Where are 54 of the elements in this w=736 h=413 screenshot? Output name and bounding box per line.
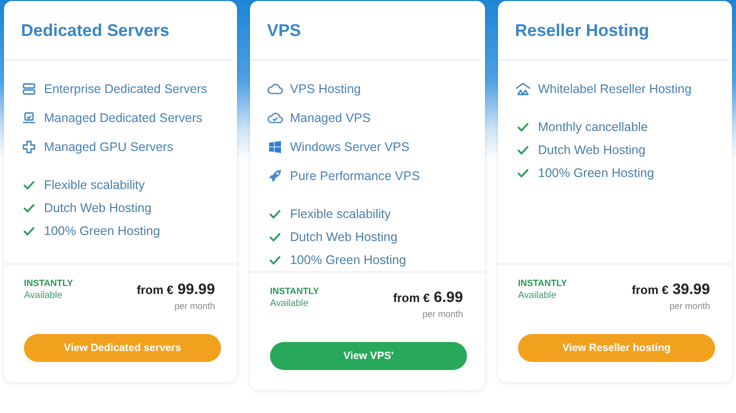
service-link[interactable]: Windows Server VPS	[290, 140, 410, 154]
price-prefix: from €	[393, 291, 430, 305]
rocket-icon	[267, 168, 283, 182]
laptop-icon	[21, 110, 37, 124]
feature-text: Flexible scalability	[44, 178, 145, 192]
service-link[interactable]: Pure Performance VPS	[290, 168, 420, 182]
availability-note: Available	[270, 297, 310, 310]
view-button[interactable]: View Reseller hosting	[518, 334, 715, 362]
check-icon	[21, 180, 37, 190]
price: 39.99	[672, 281, 710, 298]
server-icon	[21, 82, 37, 96]
availability-status: INSTANTLY	[24, 277, 74, 289]
view-button[interactable]: View Dedicated servers	[24, 334, 221, 362]
feature-text: Dutch Web Hosting	[290, 230, 398, 244]
check-icon	[21, 226, 37, 236]
cloud-check-icon	[267, 112, 283, 124]
price-prefix: from €	[632, 283, 668, 297]
service-link[interactable]: Whitelabel Reseller Hosting	[538, 82, 692, 96]
cloud-icon	[267, 82, 283, 94]
price: 99.99	[177, 281, 215, 298]
house-icon	[515, 82, 531, 96]
feature-text: Monthly cancellable	[538, 120, 648, 134]
check-icon	[267, 254, 283, 264]
availability-note: Available	[24, 289, 64, 302]
price-period: per month	[669, 301, 710, 311]
availability-note: Available	[518, 289, 558, 302]
feature-text: 100% Green Hosting	[290, 252, 406, 266]
check-icon	[267, 208, 283, 218]
price: 6.99	[434, 289, 463, 306]
price-period: per month	[422, 309, 463, 319]
feature-text: Dutch Web Hosting	[44, 200, 152, 214]
availability-status: INSTANTLY	[518, 277, 568, 289]
service-link[interactable]: Managed GPU Servers	[44, 140, 174, 154]
check-icon	[515, 168, 531, 178]
feature-text: Flexible scalability	[290, 206, 391, 220]
price-period: per month	[174, 301, 215, 311]
feature-text: 100% Green Hosting	[538, 166, 654, 180]
check-icon	[515, 144, 531, 154]
card-title: Dedicated Servers	[21, 20, 170, 42]
service-link[interactable]: Managed Dedicated Servers	[44, 110, 202, 124]
card-title: Reseller Hosting	[515, 20, 650, 42]
check-icon	[267, 232, 283, 242]
check-icon	[515, 122, 531, 132]
service-link[interactable]: Enterprise Dedicated Servers	[44, 82, 208, 96]
check-icon	[21, 202, 37, 212]
feature-text: 100% Green Hosting	[44, 224, 160, 238]
price-prefix: from €	[136, 283, 174, 297]
feature-text: Dutch Web Hosting	[538, 142, 646, 156]
service-link[interactable]: VPS Hosting	[290, 82, 361, 96]
card-title: VPS	[267, 20, 302, 42]
availability-status: INSTANTLY	[270, 285, 320, 297]
view-button[interactable]: View VPS'	[270, 342, 467, 370]
windows-icon	[267, 140, 283, 152]
service-link[interactable]: Managed VPS	[290, 110, 371, 124]
